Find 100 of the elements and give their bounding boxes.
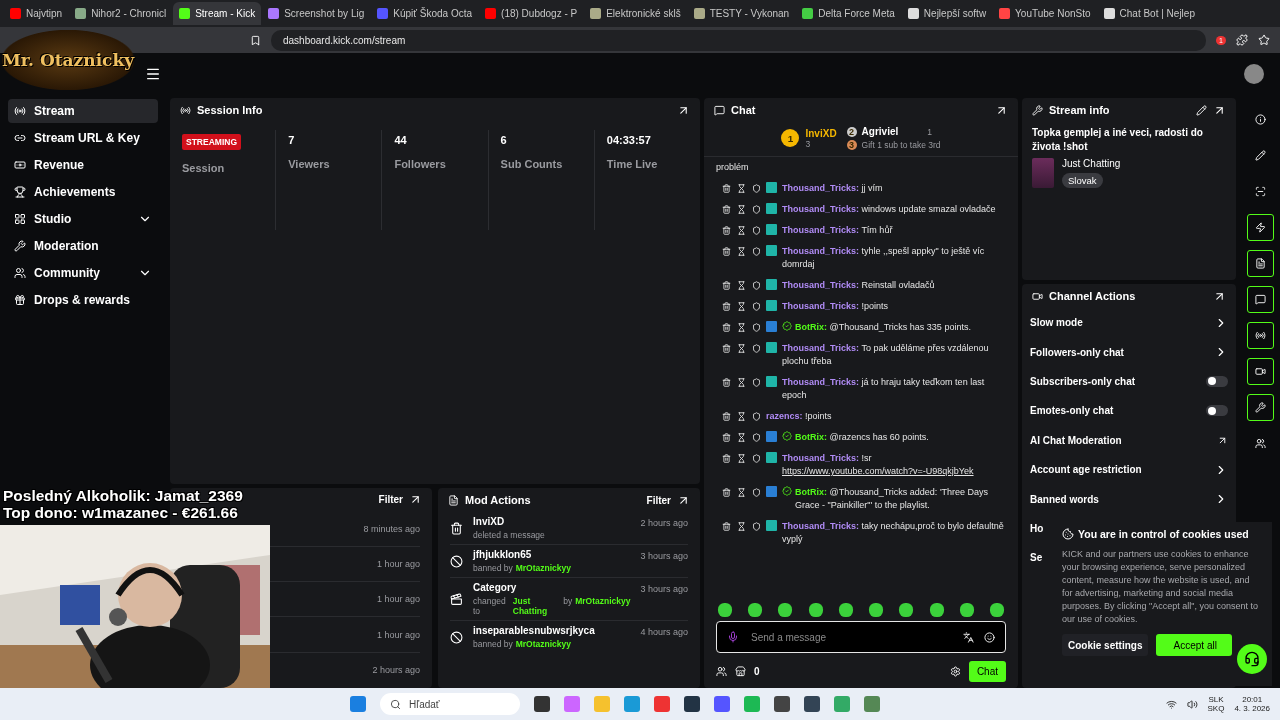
chat-username[interactable]: razencs: [766,411,803,421]
toggle-switch[interactable] [1206,405,1228,417]
chat-username[interactable]: BotRix: [795,322,827,332]
trash-icon[interactable] [722,281,731,290]
trash-icon[interactable] [722,344,731,353]
taskbar-app-icon[interactable] [804,696,820,712]
chat-username[interactable]: BotRix: [795,432,827,442]
emoji-icon[interactable] [984,631,995,643]
rail-button[interactable] [1246,214,1274,241]
bookmark-icon[interactable] [250,34,261,46]
hourglass-icon[interactable] [737,378,746,387]
emote-icon[interactable] [869,603,884,617]
filter-button[interactable]: Filter [378,494,403,506]
emote-icon[interactable] [929,603,944,617]
sidebar-item[interactable]: Achievements [8,180,158,204]
chat-username[interactable]: Thousand_Tricks: [782,204,860,214]
hourglass-icon[interactable] [737,488,746,497]
filter-button[interactable]: Filter [646,494,671,506]
start-icon[interactable] [350,696,366,712]
rail-button[interactable] [1246,358,1274,385]
browser-tab[interactable]: Najvtipn [4,2,69,25]
hourglass-icon[interactable] [737,184,746,193]
chat-username[interactable]: Thousand_Tricks: [782,225,860,235]
taskbar-app-icon[interactable] [684,696,700,712]
browser-tab[interactable]: YouTube NonSto [993,2,1097,25]
browser-tab[interactable]: (18) Dubdogz - P [479,2,584,25]
hourglass-icon[interactable] [737,247,746,256]
sidebar-item[interactable]: Stream URL & Key [8,126,158,150]
emote-icon[interactable] [748,603,763,617]
channel-action[interactable]: Banned words [1022,484,1236,514]
channel-action[interactable]: Account age restriction [1022,454,1236,485]
shield-icon[interactable] [752,454,761,463]
translate-icon[interactable] [963,631,974,643]
shield-icon[interactable] [752,302,761,311]
trash-icon[interactable] [722,433,731,442]
sidebar-item[interactable]: Community [8,261,158,285]
message-input[interactable]: Send a message [749,630,953,644]
shield-icon[interactable] [752,412,761,421]
chat-username[interactable]: BotRix: [795,487,827,497]
username-link[interactable]: Just Chatting [512,596,561,616]
browser-tab[interactable]: Elektronické sklš [584,2,687,25]
trash-icon[interactable] [722,323,731,332]
channel-action[interactable]: AI Chat Moderation [1022,425,1236,455]
hourglass-icon[interactable] [737,433,746,442]
taskbar-app-icon[interactable] [774,696,790,712]
trash-icon[interactable] [722,302,731,311]
store-icon[interactable] [735,666,746,677]
sidebar-item[interactable]: Moderation [8,234,158,258]
trash-icon[interactable] [722,454,731,463]
sidebar-item[interactable]: Studio [8,207,158,231]
shield-icon[interactable] [752,378,761,387]
taskbar-app-icon[interactable] [534,696,550,712]
hourglass-icon[interactable] [737,454,746,463]
trash-icon[interactable] [722,378,731,387]
hourglass-icon[interactable] [737,226,746,235]
browser-tab[interactable]: Nihor2 - Chronicl [69,2,173,25]
username-link[interactable]: MrOtaznickyy [515,563,571,573]
cookie-settings-button[interactable]: Cookie settings [1062,634,1149,656]
shield-icon[interactable] [752,205,761,214]
hourglass-icon[interactable] [737,522,746,531]
rail-button[interactable] [1246,286,1274,313]
username-link[interactable]: MrOtaznickyy [515,639,571,649]
emote-icon[interactable] [718,603,732,617]
browser-tab[interactable]: Stream - Kick [173,2,262,25]
emote-icon[interactable] [778,603,793,617]
emote-icon[interactable] [959,603,974,617]
shield-icon[interactable] [752,522,761,531]
emote-icon[interactable] [838,603,853,617]
chat-username[interactable]: Thousand_Tricks: [782,377,860,387]
trash-icon[interactable] [722,412,731,421]
chat-username[interactable]: Thousand_Tricks: [782,521,860,531]
shield-icon[interactable] [752,323,761,332]
shield-icon[interactable] [752,226,761,235]
browser-tab[interactable]: Screenshot by Lig [262,2,371,25]
menu-icon[interactable] [145,66,161,82]
channel-action[interactable]: Emotes-only chat [1022,396,1236,426]
microphone-icon[interactable] [727,631,739,643]
channel-action[interactable]: Subscribers-only chat [1022,366,1236,397]
hourglass-icon[interactable] [737,412,746,421]
hourglass-icon[interactable] [737,281,746,290]
emote-icon[interactable] [808,603,823,617]
shield-icon[interactable] [752,488,761,497]
hourglass-icon[interactable] [737,323,746,332]
settings-icon[interactable] [949,666,961,677]
edit-icon[interactable] [1196,104,1207,116]
chat-input[interactable]: Send a message [716,621,1006,653]
chat-username[interactable]: Thousand_Tricks: [782,301,860,311]
send-button[interactable]: Chat [968,661,1006,682]
rail-button[interactable] [1246,394,1274,421]
emote-icon[interactable] [899,603,914,617]
username-link[interactable]: MrOtaznickyy [575,596,631,616]
shield-icon[interactable] [752,344,761,353]
address-bar[interactable]: dashboard.kick.com/stream [271,29,1207,51]
chat-username[interactable]: Thousand_Tricks: [782,246,860,256]
trash-icon[interactable] [722,247,731,256]
rail-button[interactable] [1246,322,1274,349]
user-avatar[interactable] [1244,64,1264,84]
hourglass-icon[interactable] [737,205,746,214]
sidebar-item[interactable]: Stream [8,99,158,123]
chat-username[interactable]: Thousand_Tricks: [782,280,860,290]
